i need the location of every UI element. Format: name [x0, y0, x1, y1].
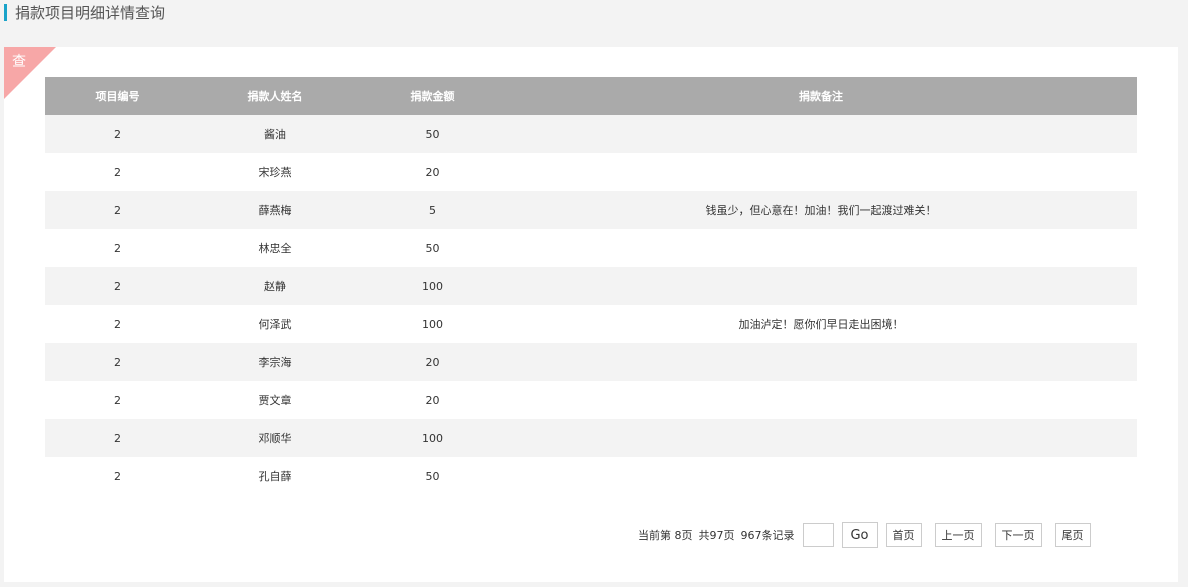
cell-donor-name: 林忠全	[190, 229, 360, 267]
column-header-remark: 捐款备注	[505, 77, 1137, 115]
cell-remark	[505, 457, 1137, 495]
cell-remark	[505, 381, 1137, 419]
go-button[interactable]: Go	[841, 522, 878, 548]
cell-amount: 20	[360, 153, 505, 191]
first-page-button[interactable]: 首页	[885, 523, 922, 547]
cell-donor-name: 贾文章	[190, 381, 360, 419]
cell-remark	[505, 115, 1137, 153]
cell-donor-name: 宋珍燕	[190, 153, 360, 191]
cell-remark	[505, 153, 1137, 191]
donation-table: 项目编号 捐款人姓名 捐款金额 捐款备注 2 酱油 50 2 宋珍燕 20 2 薛燕梅 5 钱虽少…	[45, 77, 1137, 495]
cell-project-id: 2	[45, 343, 190, 381]
cell-remark	[505, 229, 1137, 267]
table-row: 2 林忠全 50	[45, 229, 1137, 267]
cell-project-id: 2	[45, 267, 190, 305]
corner-ribbon-label: 查	[12, 54, 26, 70]
cell-amount: 5	[360, 191, 505, 229]
table-row: 2 贾文章 20	[45, 381, 1137, 419]
table-row: 2 孔自薛 50	[45, 457, 1137, 495]
cell-remark: 钱虽少，但心意在！加油！我们一起渡过难关！	[505, 191, 1137, 229]
cell-amount: 100	[360, 267, 505, 305]
cell-donor-name: 赵静	[190, 267, 360, 305]
cell-amount: 50	[360, 229, 505, 267]
table-header-row: 项目编号 捐款人姓名 捐款金额 捐款备注	[45, 77, 1137, 115]
total-records-text: 967条记录	[740, 529, 795, 542]
cell-amount: 100	[360, 419, 505, 457]
cell-project-id: 2	[45, 229, 190, 267]
table-row: 2 酱油 50	[45, 115, 1137, 153]
cell-donor-name: 邓顺华	[190, 419, 360, 457]
table-row: 2 赵静 100	[45, 267, 1137, 305]
table-row: 2 何泽武 100 加油泸定！愿你们早日走出困境！	[45, 305, 1137, 343]
page-number-input[interactable]	[802, 523, 834, 547]
cell-amount: 100	[360, 305, 505, 343]
column-header-project-id: 项目编号	[45, 77, 190, 115]
cell-project-id: 2	[45, 305, 190, 343]
column-header-amount: 捐款金额	[360, 77, 505, 115]
page-title: 捐款项目明细详情查询	[15, 3, 166, 22]
next-page-button[interactable]: 下一页	[994, 523, 1042, 547]
cell-donor-name: 何泽武	[190, 305, 360, 343]
cell-remark	[505, 267, 1137, 305]
title-accent-bar	[4, 3, 7, 21]
cell-project-id: 2	[45, 115, 190, 153]
cell-amount: 20	[360, 343, 505, 381]
column-header-donor-name: 捐款人姓名	[190, 77, 360, 115]
cell-project-id: 2	[45, 381, 190, 419]
table-row: 2 李宗海 20	[45, 343, 1137, 381]
cell-project-id: 2	[45, 419, 190, 457]
cell-amount: 50	[360, 457, 505, 495]
table-row: 2 邓顺华 100	[45, 419, 1137, 457]
total-pages-text: 共97页	[698, 529, 735, 542]
cell-amount: 50	[360, 115, 505, 153]
cell-donor-name: 酱油	[190, 115, 360, 153]
cell-donor-name: 李宗海	[190, 343, 360, 381]
cell-project-id: 2	[45, 191, 190, 229]
cell-donor-name: 薛燕梅	[190, 191, 360, 229]
table-row: 2 宋珍燕 20	[45, 153, 1137, 191]
query-panel: 查 项目编号 捐款人姓名 捐款金额 捐款备注 2 酱油 50 2 宋珍燕 20 2 薛燕梅 5 钱…	[4, 47, 1178, 582]
cell-amount: 20	[360, 381, 505, 419]
pagination: 当前第 8页 共97页 967条记录 Go 首页 上一页 下一页 尾页	[638, 522, 1104, 548]
table-row: 2 薛燕梅 5 钱虽少，但心意在！加油！我们一起渡过难关！	[45, 191, 1137, 229]
current-page-text: 当前第 8页	[638, 529, 693, 542]
cell-donor-name: 孔自薛	[190, 457, 360, 495]
cell-project-id: 2	[45, 457, 190, 495]
cell-remark	[505, 343, 1137, 381]
page-header: 捐款项目明细详情查询	[4, 3, 166, 22]
cell-remark: 加油泸定！愿你们早日走出困境！	[505, 305, 1137, 343]
prev-page-button[interactable]: 上一页	[934, 523, 982, 547]
last-page-button[interactable]: 尾页	[1054, 523, 1091, 547]
cell-remark	[505, 419, 1137, 457]
cell-project-id: 2	[45, 153, 190, 191]
